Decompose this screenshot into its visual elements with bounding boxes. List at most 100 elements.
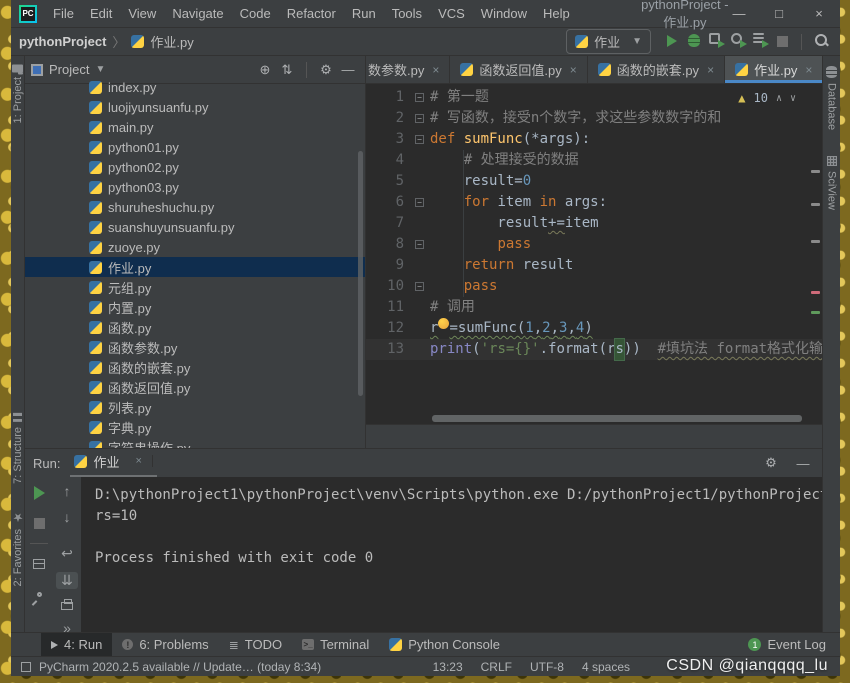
- tree-item[interactable]: 函数.py: [25, 317, 365, 337]
- next-problem-icon[interactable]: ∨: [790, 88, 796, 109]
- close-button[interactable]: ×: [812, 6, 826, 21]
- tree-item[interactable]: 函数参数.py: [25, 337, 365, 357]
- run-settings-button[interactable]: ⚙: [760, 455, 782, 471]
- status-widget[interactable]: CRLF: [481, 660, 512, 674]
- error-stripe[interactable]: [808, 84, 822, 424]
- code-line[interactable]: 7 result+=item: [366, 213, 822, 234]
- breadcrumb-project[interactable]: pythonProject: [19, 34, 106, 49]
- code-editor[interactable]: 1−# 第一题2−# 写函数，接受n个数字，求这些参数数字的和3−def sum…: [366, 84, 822, 424]
- concurrency-button[interactable]: [749, 33, 771, 50]
- tool-button-database[interactable]: Database: [826, 66, 838, 130]
- status-widget[interactable]: 4 spaces: [582, 660, 630, 674]
- run-configuration-select[interactable]: 作业 ▼: [566, 29, 651, 54]
- scroll-to-end-button[interactable]: ⇊: [56, 572, 78, 589]
- minimize-button[interactable]: —: [732, 6, 746, 21]
- toolwindow-button-run[interactable]: 4: Run: [41, 633, 112, 656]
- tree-item[interactable]: zuoye.py: [25, 237, 365, 257]
- down-stacktrace-button[interactable]: ↓: [56, 509, 78, 525]
- hide-panel-button[interactable]: —: [337, 62, 359, 77]
- editor-tab[interactable]: 数参数.py×: [366, 56, 450, 83]
- tool-button-project[interactable]: 1: Project: [12, 64, 24, 123]
- status-message[interactable]: PyCharm 2020.2.5 available // Update… (t…: [39, 660, 321, 674]
- pin-tab-button[interactable]: [28, 584, 50, 604]
- close-icon[interactable]: ×: [432, 63, 439, 77]
- event-log-button[interactable]: 1Event Log: [748, 633, 840, 656]
- toolwindow-switcher-icon[interactable]: [21, 662, 31, 672]
- horizontal-scrollbar[interactable]: [432, 415, 802, 422]
- rerun-button[interactable]: [28, 483, 50, 503]
- tree-item[interactable]: 内置.py: [25, 297, 365, 317]
- status-widget[interactable]: UTF-8: [530, 660, 564, 674]
- menu-file[interactable]: File: [45, 2, 82, 25]
- editor-tab[interactable]: 函数的嵌套.py×: [588, 56, 725, 83]
- editor-tab[interactable]: 函数返回值.py×: [450, 56, 587, 83]
- code-line[interactable]: 6− for item in args:: [366, 192, 822, 213]
- tree-item[interactable]: python02.py: [25, 157, 365, 177]
- menu-tools[interactable]: Tools: [384, 2, 430, 25]
- coverage-button[interactable]: [705, 33, 727, 50]
- project-panel-title[interactable]: Project: [49, 62, 89, 77]
- panel-settings-button[interactable]: ⚙: [315, 62, 337, 78]
- code-line[interactable]: 10− pass: [366, 276, 822, 297]
- fold-marker-icon[interactable]: −: [415, 198, 424, 207]
- menu-help[interactable]: Help: [535, 2, 578, 25]
- hide-run-panel-button[interactable]: —: [792, 456, 814, 471]
- toolwindow-button-terminal[interactable]: >_Terminal: [292, 633, 379, 656]
- close-icon[interactable]: ×: [707, 63, 714, 77]
- toolwindow-button-python[interactable]: Python Console: [379, 633, 510, 656]
- code-line[interactable]: 3−def sumFunc(*args):: [366, 129, 822, 150]
- menu-refactor[interactable]: Refactor: [279, 2, 344, 25]
- menu-view[interactable]: View: [120, 2, 164, 25]
- code-line[interactable]: 4 # 处理接受的数据: [366, 150, 822, 171]
- tree-item[interactable]: main.py: [25, 117, 365, 137]
- debug-button[interactable]: [683, 34, 705, 50]
- tree-item[interactable]: shuruheshuchu.py: [25, 197, 365, 217]
- search-everywhere-button[interactable]: [810, 33, 832, 50]
- code-line[interactable]: 8− pass: [366, 234, 822, 255]
- stop-button[interactable]: [771, 34, 793, 50]
- restore-layout-button[interactable]: [28, 554, 50, 574]
- code-line[interactable]: 2−# 写函数，接受n个数字，求这些参数数字的和: [366, 108, 822, 129]
- print-button[interactable]: [56, 599, 78, 610]
- fold-marker-icon[interactable]: −: [415, 282, 424, 291]
- tree-item[interactable]: python01.py: [25, 137, 365, 157]
- tree-item[interactable]: luojiyunsuanfu.py: [25, 97, 365, 117]
- editor-tab[interactable]: 作业.py×: [725, 56, 822, 83]
- menu-window[interactable]: Window: [473, 2, 535, 25]
- menu-navigate[interactable]: Navigate: [164, 2, 231, 25]
- tree-item[interactable]: 字典.py: [25, 417, 365, 437]
- close-icon[interactable]: ×: [570, 63, 577, 77]
- tree-item[interactable]: 作业.py: [25, 257, 365, 277]
- prev-problem-icon[interactable]: ∧: [776, 88, 782, 109]
- breadcrumb-file[interactable]: 作业.py: [150, 32, 193, 51]
- intention-bulb-icon[interactable]: [438, 318, 449, 329]
- run-console-output[interactable]: D:\pythonProject1\pythonProject\venv\Scr…: [81, 477, 822, 632]
- fold-marker-icon[interactable]: −: [415, 135, 424, 144]
- tool-button-favorites[interactable]: 2: Favorites ★: [11, 510, 25, 586]
- tree-item[interactable]: python03.py: [25, 177, 365, 197]
- menu-run[interactable]: Run: [344, 2, 384, 25]
- collapse-all-button[interactable]: ⇅: [276, 62, 298, 78]
- tree-item[interactable]: 字符串操作.py: [25, 437, 365, 448]
- tool-button-sciview[interactable]: SciView: [826, 156, 838, 210]
- close-icon[interactable]: ×: [125, 455, 152, 467]
- menu-vcs[interactable]: VCS: [430, 2, 473, 25]
- tree-item[interactable]: 函数返回值.py: [25, 377, 365, 397]
- code-line[interactable]: 9 return result: [366, 255, 822, 276]
- tree-item[interactable]: 列表.py: [25, 397, 365, 417]
- fold-marker-icon[interactable]: −: [415, 114, 424, 123]
- code-line[interactable]: 12r=sumFunc(1,2,3,4): [366, 318, 822, 339]
- run-button[interactable]: [661, 34, 683, 50]
- soft-wrap-button[interactable]: ↩: [56, 545, 78, 562]
- menu-code[interactable]: Code: [232, 2, 279, 25]
- up-stacktrace-button[interactable]: ↑: [56, 483, 78, 499]
- maximize-button[interactable]: □: [772, 6, 786, 21]
- fold-marker-icon[interactable]: −: [415, 93, 424, 102]
- profiler-button[interactable]: [727, 33, 749, 50]
- run-tab[interactable]: 作业 ×: [70, 450, 156, 477]
- fold-marker-icon[interactable]: −: [415, 240, 424, 249]
- stop-process-button[interactable]: [28, 513, 50, 533]
- locate-file-button[interactable]: ⊕: [254, 62, 276, 78]
- status-widget[interactable]: 13:23: [433, 660, 463, 674]
- code-line[interactable]: 5 result=0: [366, 171, 822, 192]
